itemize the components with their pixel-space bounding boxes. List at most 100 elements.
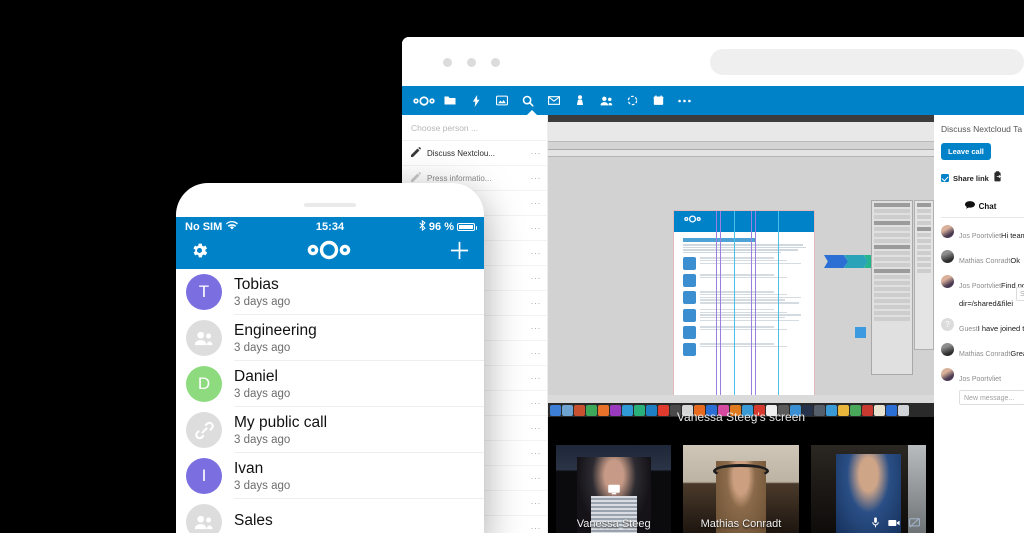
participant-tile[interactable]: [810, 445, 926, 533]
phone-status-bar: No SIM 15:34 96 %: [176, 217, 484, 236]
document-section: [683, 257, 805, 271]
chat-message: dir=/shared&filei: [941, 293, 1024, 311]
share-link-row[interactable]: Share link: [941, 169, 1024, 187]
participant-name: Vanessa Steeg: [576, 518, 651, 530]
participant-tile[interactable]: Mathias Conradt: [683, 445, 799, 533]
row-menu-icon[interactable]: ···: [531, 373, 542, 383]
leave-call-button[interactable]: Leave call: [941, 143, 991, 160]
row-menu-icon[interactable]: ···: [531, 148, 542, 158]
conversation-timestamp: 3 days ago: [234, 479, 291, 492]
row-menu-icon[interactable]: ···: [531, 173, 542, 183]
row-menu-icon[interactable]: ···: [531, 298, 542, 308]
participant-name: Mathias Conradt: [700, 518, 782, 530]
maximize-icon[interactable]: [491, 58, 500, 67]
section-icon: [683, 326, 696, 340]
nextcloud-content: Choose person ... Discuss Nextclou... ···…: [402, 115, 1024, 533]
microphone-icon[interactable]: [872, 517, 879, 528]
plus-icon[interactable]: [449, 240, 470, 266]
conversation-timestamp: 3 days ago: [234, 387, 291, 400]
message-text: dir=/shared&filei: [959, 299, 1013, 308]
conversation-name: Sales: [234, 511, 273, 529]
app-control-bar: [548, 122, 934, 142]
row-menu-icon[interactable]: ···: [531, 423, 542, 433]
copy-link-icon[interactable]: [993, 169, 1002, 187]
tab-chat[interactable]: Chat: [941, 201, 1024, 211]
video-participants-strip: Vanessa Steeg Mathias Conradt: [548, 445, 934, 533]
nextcloud-logo[interactable]: [306, 240, 352, 265]
share-link-checkbox[interactable]: [941, 174, 949, 182]
new-message-input[interactable]: New message...: [959, 390, 1024, 405]
contacts-icon[interactable]: [593, 86, 619, 115]
screenshot-stage: Choose person ... Discuss Nextclou... ···…: [0, 0, 1024, 533]
section-icon: [683, 257, 696, 271]
screenshare-view[interactable]: [548, 115, 934, 403]
files-icon[interactable]: [437, 86, 463, 115]
photos-icon[interactable]: [489, 86, 515, 115]
row-menu-icon[interactable]: ···: [531, 198, 542, 208]
conversation-name: Engineering: [234, 321, 317, 339]
message-text: Great: [1010, 349, 1024, 358]
activity-icon[interactable]: [463, 86, 489, 115]
row-menu-icon[interactable]: ···: [531, 323, 542, 333]
talk-icon[interactable]: [567, 86, 593, 115]
row-menu-icon[interactable]: ···: [531, 398, 542, 408]
conversation-name: Daniel: [234, 367, 278, 385]
conversation-row[interactable]: My public call 3 days ago: [176, 407, 484, 453]
close-icon[interactable]: [443, 58, 452, 67]
conversation-row[interactable]: T Tobias 3 days ago: [176, 269, 484, 315]
document-section: [683, 308, 805, 322]
document-section: [683, 274, 805, 288]
conversation-name: Ivan: [234, 459, 264, 477]
conversation-row[interactable]: Engineering 3 days ago: [176, 315, 484, 361]
minimize-icon[interactable]: [467, 58, 476, 67]
row-menu-icon[interactable]: ···: [531, 223, 542, 233]
chat-message: Jos PoortvlietHi team, I'd like t: [941, 218, 1024, 243]
conversation-row[interactable]: D Daniel 3 days ago: [176, 361, 484, 407]
row-menu-icon[interactable]: ···: [531, 248, 542, 258]
search-result-label: Press informatio...: [427, 173, 492, 183]
search-result-row[interactable]: Discuss Nextclou... ···: [402, 141, 547, 166]
app-ruler: [548, 150, 934, 157]
nextcloud-logo[interactable]: [411, 86, 437, 115]
address-bar[interactable]: [710, 49, 1024, 75]
video-icon[interactable]: [888, 519, 900, 527]
conversation-row[interactable]: I Ivan 3 days ago: [176, 453, 484, 499]
circles-icon[interactable]: [619, 86, 645, 115]
composer-author: Jos Poortvliet: [959, 376, 1002, 383]
window-traffic-lights[interactable]: [443, 58, 500, 67]
app-document-tabs: [548, 142, 934, 150]
document-section: [683, 326, 805, 340]
row-menu-icon[interactable]: ···: [531, 448, 542, 458]
composer-author-row: Jos Poortvliet: [941, 361, 1024, 386]
row-menu-icon[interactable]: ···: [531, 498, 542, 508]
calendar-icon[interactable]: [645, 86, 671, 115]
section-icon: [683, 291, 696, 305]
search-input[interactable]: Choose person ...: [402, 115, 547, 141]
chat-message: Jos PoortvlietFind notes here: h: [941, 268, 1024, 293]
document-sections: [674, 257, 814, 357]
call-controls[interactable]: [872, 517, 920, 528]
share-link-field[interactable]: Se: [1016, 287, 1024, 301]
row-menu-icon[interactable]: ···: [531, 348, 542, 358]
avatar: [941, 275, 954, 288]
conversation-row[interactable]: Sales: [176, 499, 484, 533]
more-icon[interactable]: [671, 86, 697, 115]
chat-message: ? GuestI have joined too: [941, 311, 1024, 336]
row-menu-icon[interactable]: ···: [531, 273, 542, 283]
search-result-label: Discuss Nextclou...: [427, 148, 496, 158]
shared-document-page: [674, 211, 814, 403]
screenshare-off-icon[interactable]: [908, 517, 920, 528]
row-menu-icon[interactable]: ···: [531, 473, 542, 483]
avatar: D: [186, 366, 222, 402]
section-icon: [683, 343, 696, 357]
row-menu-icon[interactable]: ···: [531, 523, 542, 533]
gear-icon[interactable]: [190, 241, 209, 265]
conversation-timestamp: 3 days ago: [234, 295, 291, 308]
conversation-timestamp: 3 days ago: [234, 341, 291, 354]
mail-icon[interactable]: [541, 86, 567, 115]
conversation-name: My public call: [234, 413, 328, 431]
message-author: Guest: [959, 326, 978, 333]
talk-sidebar: Discuss Nextcloud Ta Leave call Share li…: [934, 115, 1024, 533]
participant-tile[interactable]: Vanessa Steeg: [556, 445, 672, 533]
share-link-label: Share link: [953, 173, 989, 183]
